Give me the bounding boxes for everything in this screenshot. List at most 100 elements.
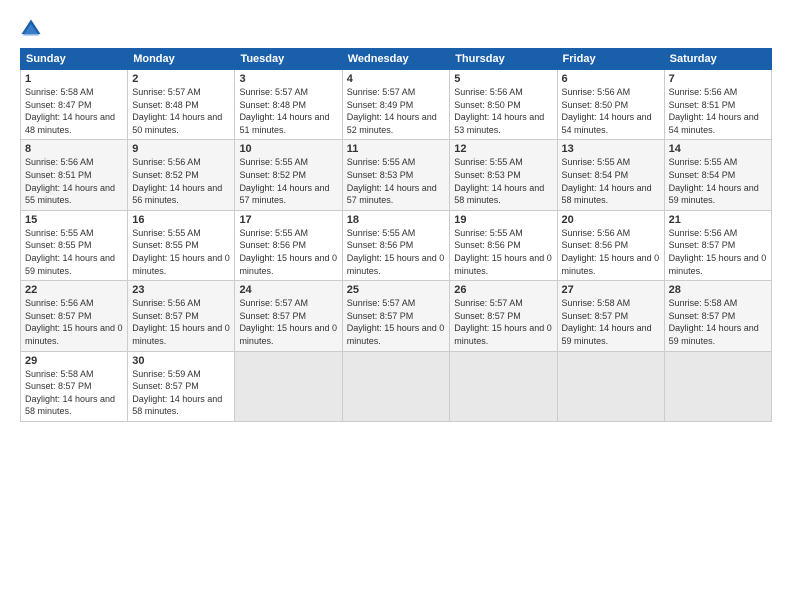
day-number: 4 [347,73,446,85]
day-number: 18 [347,214,446,226]
calendar-cell: 3 Sunrise: 5:57 AMSunset: 8:48 PMDayligh… [235,70,342,140]
day-number: 1 [25,73,123,85]
day-number: 16 [132,214,230,226]
calendar-week-row: 1 Sunrise: 5:58 AMSunset: 8:47 PMDayligh… [21,70,772,140]
day-number: 29 [25,355,123,367]
day-info: Sunrise: 5:55 AMSunset: 8:55 PMDaylight:… [25,228,115,276]
day-number: 20 [562,214,660,226]
day-info: Sunrise: 5:57 AMSunset: 8:57 PMDaylight:… [239,298,337,346]
day-info: Sunrise: 5:55 AMSunset: 8:56 PMDaylight:… [239,228,337,276]
day-number: 7 [669,73,767,85]
day-number: 27 [562,284,660,296]
day-info: Sunrise: 5:55 AMSunset: 8:55 PMDaylight:… [132,228,230,276]
day-number: 11 [347,143,446,155]
page: SundayMondayTuesdayWednesdayThursdayFrid… [0,0,792,612]
day-info: Sunrise: 5:56 AMSunset: 8:56 PMDaylight:… [562,228,660,276]
calendar-cell: 19 Sunrise: 5:55 AMSunset: 8:56 PMDaylig… [450,210,557,280]
calendar-cell: 9 Sunrise: 5:56 AMSunset: 8:52 PMDayligh… [128,140,235,210]
calendar-table: SundayMondayTuesdayWednesdayThursdayFrid… [20,48,772,422]
day-info: Sunrise: 5:55 AMSunset: 8:53 PMDaylight:… [347,157,437,205]
calendar-cell [450,351,557,421]
day-info: Sunrise: 5:55 AMSunset: 8:54 PMDaylight:… [669,157,759,205]
calendar-cell: 27 Sunrise: 5:58 AMSunset: 8:57 PMDaylig… [557,281,664,351]
day-info: Sunrise: 5:58 AMSunset: 8:57 PMDaylight:… [25,369,115,417]
day-number: 2 [132,73,230,85]
day-number: 13 [562,143,660,155]
day-number: 19 [454,214,552,226]
calendar-cell [235,351,342,421]
day-number: 15 [25,214,123,226]
calendar-cell [557,351,664,421]
calendar-cell: 20 Sunrise: 5:56 AMSunset: 8:56 PMDaylig… [557,210,664,280]
day-info: Sunrise: 5:57 AMSunset: 8:48 PMDaylight:… [239,87,329,135]
calendar-week-row: 8 Sunrise: 5:56 AMSunset: 8:51 PMDayligh… [21,140,772,210]
calendar-cell [342,351,450,421]
calendar-cell: 5 Sunrise: 5:56 AMSunset: 8:50 PMDayligh… [450,70,557,140]
calendar-cell: 12 Sunrise: 5:55 AMSunset: 8:53 PMDaylig… [450,140,557,210]
day-info: Sunrise: 5:58 AMSunset: 8:47 PMDaylight:… [25,87,115,135]
calendar-cell: 8 Sunrise: 5:56 AMSunset: 8:51 PMDayligh… [21,140,128,210]
day-info: Sunrise: 5:56 AMSunset: 8:50 PMDaylight:… [454,87,544,135]
day-info: Sunrise: 5:55 AMSunset: 8:52 PMDaylight:… [239,157,329,205]
calendar-cell: 25 Sunrise: 5:57 AMSunset: 8:57 PMDaylig… [342,281,450,351]
day-info: Sunrise: 5:57 AMSunset: 8:48 PMDaylight:… [132,87,222,135]
calendar-cell: 10 Sunrise: 5:55 AMSunset: 8:52 PMDaylig… [235,140,342,210]
day-info: Sunrise: 5:56 AMSunset: 8:52 PMDaylight:… [132,157,222,205]
calendar-cell: 22 Sunrise: 5:56 AMSunset: 8:57 PMDaylig… [21,281,128,351]
calendar-cell: 17 Sunrise: 5:55 AMSunset: 8:56 PMDaylig… [235,210,342,280]
calendar-cell: 1 Sunrise: 5:58 AMSunset: 8:47 PMDayligh… [21,70,128,140]
day-number: 25 [347,284,446,296]
day-info: Sunrise: 5:57 AMSunset: 8:57 PMDaylight:… [347,298,445,346]
day-info: Sunrise: 5:56 AMSunset: 8:57 PMDaylight:… [669,228,767,276]
day-number: 28 [669,284,767,296]
day-number: 3 [239,73,337,85]
day-number: 21 [669,214,767,226]
calendar-week-row: 29 Sunrise: 5:58 AMSunset: 8:57 PMDaylig… [21,351,772,421]
day-info: Sunrise: 5:55 AMSunset: 8:56 PMDaylight:… [454,228,552,276]
calendar-body: 1 Sunrise: 5:58 AMSunset: 8:47 PMDayligh… [21,70,772,422]
calendar-cell: 2 Sunrise: 5:57 AMSunset: 8:48 PMDayligh… [128,70,235,140]
calendar-cell: 16 Sunrise: 5:55 AMSunset: 8:55 PMDaylig… [128,210,235,280]
weekday-header: Monday [128,49,235,70]
calendar-cell: 18 Sunrise: 5:55 AMSunset: 8:56 PMDaylig… [342,210,450,280]
day-number: 5 [454,73,552,85]
day-number: 6 [562,73,660,85]
day-number: 26 [454,284,552,296]
day-info: Sunrise: 5:57 AMSunset: 8:57 PMDaylight:… [454,298,552,346]
day-number: 24 [239,284,337,296]
day-info: Sunrise: 5:55 AMSunset: 8:56 PMDaylight:… [347,228,445,276]
day-info: Sunrise: 5:59 AMSunset: 8:57 PMDaylight:… [132,369,222,417]
calendar-week-row: 22 Sunrise: 5:56 AMSunset: 8:57 PMDaylig… [21,281,772,351]
day-info: Sunrise: 5:56 AMSunset: 8:51 PMDaylight:… [25,157,115,205]
calendar-cell: 24 Sunrise: 5:57 AMSunset: 8:57 PMDaylig… [235,281,342,351]
calendar-cell: 23 Sunrise: 5:56 AMSunset: 8:57 PMDaylig… [128,281,235,351]
day-number: 22 [25,284,123,296]
day-number: 9 [132,143,230,155]
weekday-header: Friday [557,49,664,70]
calendar-cell: 14 Sunrise: 5:55 AMSunset: 8:54 PMDaylig… [664,140,771,210]
day-number: 12 [454,143,552,155]
weekday-header: Thursday [450,49,557,70]
calendar-cell: 6 Sunrise: 5:56 AMSunset: 8:50 PMDayligh… [557,70,664,140]
weekday-header: Tuesday [235,49,342,70]
calendar-cell: 13 Sunrise: 5:55 AMSunset: 8:54 PMDaylig… [557,140,664,210]
day-number: 10 [239,143,337,155]
calendar-cell: 30 Sunrise: 5:59 AMSunset: 8:57 PMDaylig… [128,351,235,421]
calendar-cell: 29 Sunrise: 5:58 AMSunset: 8:57 PMDaylig… [21,351,128,421]
calendar-header-row: SundayMondayTuesdayWednesdayThursdayFrid… [21,49,772,70]
day-info: Sunrise: 5:56 AMSunset: 8:51 PMDaylight:… [669,87,759,135]
day-number: 30 [132,355,230,367]
day-number: 17 [239,214,337,226]
calendar-cell: 28 Sunrise: 5:58 AMSunset: 8:57 PMDaylig… [664,281,771,351]
calendar-cell: 7 Sunrise: 5:56 AMSunset: 8:51 PMDayligh… [664,70,771,140]
day-info: Sunrise: 5:55 AMSunset: 8:53 PMDaylight:… [454,157,544,205]
day-number: 23 [132,284,230,296]
calendar-cell: 4 Sunrise: 5:57 AMSunset: 8:49 PMDayligh… [342,70,450,140]
day-number: 14 [669,143,767,155]
weekday-header: Saturday [664,49,771,70]
logo [20,16,44,40]
calendar-cell: 11 Sunrise: 5:55 AMSunset: 8:53 PMDaylig… [342,140,450,210]
header [20,16,772,40]
day-info: Sunrise: 5:55 AMSunset: 8:54 PMDaylight:… [562,157,652,205]
calendar-cell [664,351,771,421]
